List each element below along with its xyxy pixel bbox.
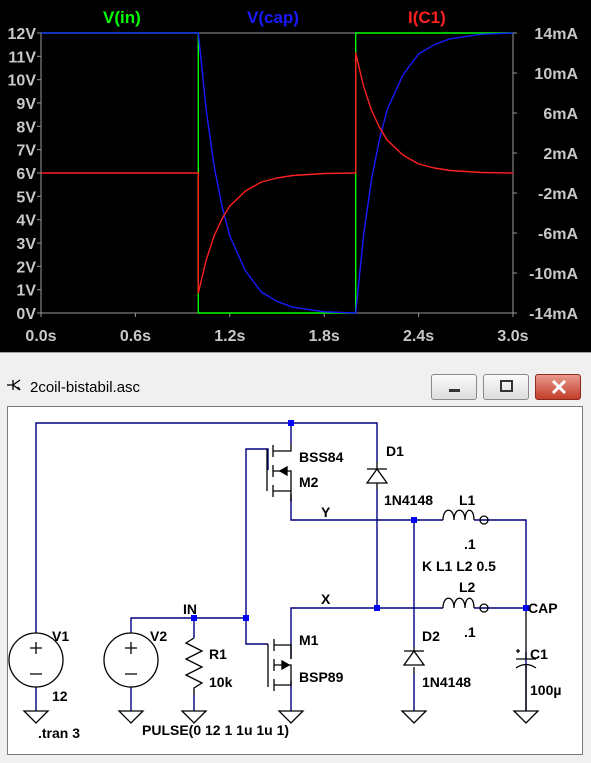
y-left-tick-label: 8V xyxy=(16,119,36,136)
waveform-plot-pane[interactable]: 12V 11V 10V 9V 8V 7V 6V 5V 4V 3V 2V 1V 0V 14mA 10mA 6mA… xyxy=(0,0,591,352)
x-tick-label: 0.0s xyxy=(25,328,56,345)
window-titlebar[interactable]: 2coil-bistabil.asc xyxy=(0,366,591,406)
trace-title-vcap[interactable]: V(cap) xyxy=(247,8,299,28)
v2-name-label: V2 xyxy=(150,628,167,644)
maximize-button[interactable] xyxy=(483,374,529,400)
series-line-ic1 xyxy=(41,52,514,294)
y-right-tick-label: -2mA xyxy=(538,186,578,203)
l2-name-label: L2 xyxy=(459,579,476,595)
l1-name-label: L1 xyxy=(459,492,476,508)
diode-d1[interactable] xyxy=(365,462,389,489)
y-left-tick-label: 1V xyxy=(16,283,36,300)
waveform-chart[interactable]: 12V 11V 10V 9V 8V 7V 6V 5V 4V 3V 2V 1V 0V 14mA 10mA 6mA… xyxy=(0,0,591,352)
r1-value-label: 10k xyxy=(209,674,233,690)
axis-ticks: 12V 11V 10V 9V 8V 7V 6V 5V 4V 3V 2V 1V 0V 14mA 10mA 6mA… xyxy=(8,26,579,345)
x-tick-label: 1.8s xyxy=(309,328,340,345)
y-left-tick-label: 0V xyxy=(16,306,36,323)
m1-model-label: BSP89 xyxy=(299,669,344,685)
y-left-tick-label: 6V xyxy=(16,166,36,183)
schematic-window: 2coil-bistabil.asc BSS84 M2 D1 1N4148 L1… xyxy=(0,366,591,763)
net-x-label: X xyxy=(321,591,331,607)
y-left-tick-label: 5V xyxy=(16,189,36,206)
y-right-tick-label: -14mA xyxy=(529,306,578,323)
resistor-r1[interactable] xyxy=(184,637,204,695)
y-right-tick-label: 2mA xyxy=(543,146,578,163)
y-left-tick-label: 11V xyxy=(8,49,36,66)
inductor-l2[interactable] xyxy=(442,597,489,613)
y-right-tick-label: -10mA xyxy=(529,266,578,283)
c1-value-label: 100µ xyxy=(530,682,561,698)
y-left-tick-label: 10V xyxy=(8,73,37,90)
y-right-tick-label: 14mA xyxy=(534,26,578,43)
l2-value-label: .1 xyxy=(464,624,476,640)
schematic-canvas[interactable]: BSS84 M2 D1 1N4148 L1 Y .1 K L1 L2 0.5 L… xyxy=(7,406,583,755)
d1-name-label: D1 xyxy=(386,443,404,459)
ltspice-probe-icon xyxy=(7,379,21,391)
y-left-tick-label: 3V xyxy=(16,236,36,253)
series-group xyxy=(41,32,514,314)
v2-value-label: PULSE(0 12 1 1u 1u 1) xyxy=(142,722,289,738)
schematic-drawing[interactable]: BSS84 M2 D1 1N4148 L1 Y .1 K L1 L2 0.5 L… xyxy=(8,407,584,756)
y-left-tick-label: 4V xyxy=(16,213,36,230)
mosfet-m2[interactable] xyxy=(266,444,292,501)
x-tick-label: 1.2s xyxy=(214,328,245,345)
coupling-directive[interactable]: K L1 L2 0.5 xyxy=(422,558,496,574)
v1-value-label: 12 xyxy=(52,688,68,704)
x-tick-label: 3.0s xyxy=(497,328,528,345)
net-y-label: Y xyxy=(321,504,331,520)
l1-value-label: .1 xyxy=(464,536,476,552)
net-in-label: IN xyxy=(183,601,197,617)
pane-splitter[interactable] xyxy=(0,352,591,367)
close-icon xyxy=(551,379,567,395)
m2-name-label: M2 xyxy=(299,474,319,490)
v1-name-label: V1 xyxy=(52,628,69,644)
x-tick-label: 2.4s xyxy=(403,328,434,345)
diode-d2[interactable] xyxy=(402,647,426,674)
maximize-icon xyxy=(500,380,513,392)
y-left-tick-label: 9V xyxy=(16,96,36,113)
minimize-icon xyxy=(449,389,460,392)
y-left-tick-label: 7V xyxy=(16,143,36,160)
d2-name-label: D2 xyxy=(422,628,440,644)
trace-title-vin[interactable]: V(in) xyxy=(103,8,141,28)
net-cap-label: CAP xyxy=(528,600,558,616)
m1-name-label: M1 xyxy=(299,632,319,648)
window-title: 2coil-bistabil.asc xyxy=(30,379,141,396)
y-right-tick-label: 6mA xyxy=(543,106,578,123)
y-left-tick-label: 12V xyxy=(8,26,37,43)
c1-name-label: C1 xyxy=(530,646,548,662)
tran-directive[interactable]: .tran 3 xyxy=(38,725,80,741)
r1-name-label: R1 xyxy=(209,646,227,662)
close-button[interactable] xyxy=(535,374,581,400)
y-right-tick-label: -6mA xyxy=(538,226,578,243)
x-tick-label: 0.6s xyxy=(120,328,151,345)
d1-model-label: 1N4148 xyxy=(384,492,433,508)
minimize-button[interactable] xyxy=(431,374,477,400)
d2-model-label: 1N4148 xyxy=(422,674,471,690)
y-left-tick-label: 2V xyxy=(16,259,36,276)
mosfet-m1[interactable] xyxy=(267,639,292,691)
m2-model-label: BSS84 xyxy=(299,449,344,465)
y-right-tick-label: 10mA xyxy=(534,66,578,83)
trace-title-ic1[interactable]: I(C1) xyxy=(408,8,446,28)
inductor-l1[interactable] xyxy=(442,509,489,525)
